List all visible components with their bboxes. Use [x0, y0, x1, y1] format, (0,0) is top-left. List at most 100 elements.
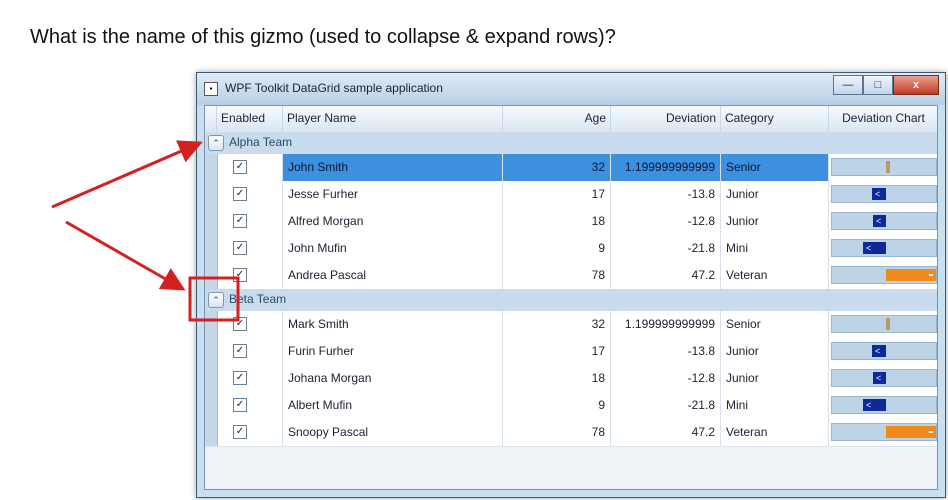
column-header-enabled[interactable]: Enabled — [217, 106, 283, 132]
deviation-cell[interactable]: -12.8 — [611, 208, 721, 235]
category-cell[interactable]: Veteran — [721, 262, 829, 289]
minimize-button[interactable]: — — [833, 75, 863, 95]
enabled-cell: ✓ — [217, 262, 283, 289]
enabled-cell: ✓ — [217, 154, 283, 181]
chevron-up-icon[interactable]: ⌃ — [208, 135, 224, 151]
deviation-chart: < — [831, 342, 937, 360]
group-label: Beta Team — [229, 292, 287, 306]
age-cell[interactable]: 9 — [503, 235, 611, 262]
column-header-deviation-chart[interactable]: Deviation Chart — [829, 106, 937, 132]
player-name-cell[interactable]: Furin Furher — [283, 338, 503, 365]
table-row[interactable]: ✓ Mark Smith 32 1.199999999999 Senior — [205, 311, 937, 339]
enabled-checkbox[interactable]: ✓ — [233, 214, 247, 228]
deviation-cell[interactable]: 1.199999999999 — [611, 311, 721, 338]
enabled-checkbox[interactable]: ✓ — [233, 268, 247, 282]
group-header[interactable]: ⌃ Alpha Team — [205, 132, 937, 154]
table-row[interactable]: ✓ Johana Morgan 18 -12.8 Junior < — [205, 365, 937, 393]
category-cell[interactable]: Junior — [721, 181, 829, 208]
deviation-bar-negative: < — [863, 242, 886, 254]
table-row[interactable]: ✓ Furin Furher 17 -13.8 Junior < — [205, 338, 937, 366]
category-cell[interactable]: Junior — [721, 365, 829, 392]
category-cell[interactable]: Junior — [721, 338, 829, 365]
player-name-cell[interactable]: Johana Morgan — [283, 365, 503, 392]
deviation-chart — [831, 423, 937, 441]
category-cell[interactable]: Senior — [721, 154, 829, 181]
table-row[interactable]: ✓ Snoopy Pascal 78 47.2 Veteran — [205, 419, 937, 447]
group-label: Alpha Team — [229, 135, 293, 149]
enabled-checkbox[interactable]: ✓ — [233, 160, 247, 174]
deviation-cell[interactable]: -21.8 — [611, 392, 721, 419]
deviation-cell[interactable]: -13.8 — [611, 338, 721, 365]
deviation-chart: < — [831, 212, 937, 230]
enabled-cell: ✓ — [217, 392, 283, 419]
age-cell[interactable]: 32 — [503, 154, 611, 181]
window-controls: — □ x — [833, 75, 939, 95]
deviation-cell[interactable]: -13.8 — [611, 181, 721, 208]
table-row[interactable]: ✓ Jesse Furher 17 -13.8 Junior < — [205, 181, 937, 209]
category-cell[interactable]: Senior — [721, 311, 829, 338]
deviation-cell[interactable]: -12.8 — [611, 365, 721, 392]
enabled-checkbox[interactable]: ✓ — [233, 398, 247, 412]
left-arrow-icon: < — [875, 189, 881, 199]
enabled-cell: ✓ — [217, 338, 283, 365]
player-name-cell[interactable]: John Mufin — [283, 235, 503, 262]
age-cell[interactable]: 18 — [503, 365, 611, 392]
age-cell[interactable]: 32 — [503, 311, 611, 338]
category-cell[interactable]: Mini — [721, 392, 829, 419]
app-window: ▪ WPF Toolkit DataGrid sample applicatio… — [196, 72, 946, 498]
deviation-bar-negative: < — [872, 345, 886, 357]
player-name-cell[interactable]: John Smith — [283, 154, 503, 181]
age-cell[interactable]: 17 — [503, 181, 611, 208]
enabled-checkbox[interactable]: ✓ — [233, 187, 247, 201]
group-header[interactable]: ⌃ Beta Team — [205, 289, 937, 311]
table-row[interactable]: ✓ John Mufin 9 -21.8 Mini < — [205, 235, 937, 263]
deviation-cell[interactable]: 1.199999999999 — [611, 154, 721, 181]
table-row[interactable]: ✓ John Smith 32 1.199999999999 Senior — [205, 154, 937, 182]
deviation-chart: < — [831, 396, 937, 414]
enabled-cell: ✓ — [217, 419, 283, 446]
deviation-cell[interactable]: 47.2 — [611, 419, 721, 446]
title-bar[interactable]: ▪ WPF Toolkit DataGrid sample applicatio… — [197, 73, 945, 105]
player-name-cell[interactable]: Jesse Furher — [283, 181, 503, 208]
table-row[interactable]: ✓ Alfred Morgan 18 -12.8 Junior < — [205, 208, 937, 236]
table-row[interactable]: ✓ Andrea Pascal 78 47.2 Veteran — [205, 262, 937, 290]
deviation-cell[interactable]: 47.2 — [611, 262, 721, 289]
player-name-cell[interactable]: Albert Mufin — [283, 392, 503, 419]
table-row[interactable]: ✓ Albert Mufin 9 -21.8 Mini < — [205, 392, 937, 420]
header-corner — [205, 106, 217, 132]
deviation-chart: < — [831, 239, 937, 257]
category-cell[interactable]: Veteran — [721, 419, 829, 446]
age-cell[interactable]: 18 — [503, 208, 611, 235]
deviation-bar — [886, 318, 890, 330]
enabled-checkbox[interactable]: ✓ — [233, 344, 247, 358]
player-name-cell[interactable]: Andrea Pascal — [283, 262, 503, 289]
player-name-cell[interactable]: Snoopy Pascal — [283, 419, 503, 446]
enabled-checkbox[interactable]: ✓ — [233, 425, 247, 439]
deviation-chart-cell: < — [829, 181, 937, 208]
deviation-chart — [831, 315, 937, 333]
column-header-category[interactable]: Category — [721, 106, 829, 132]
deviation-chart-cell: < — [829, 338, 937, 365]
age-cell[interactable]: 78 — [503, 419, 611, 446]
column-header-deviation[interactable]: Deviation — [611, 106, 721, 132]
enabled-checkbox[interactable]: ✓ — [233, 241, 247, 255]
player-name-cell[interactable]: Alfred Morgan — [283, 208, 503, 235]
maximize-button[interactable]: □ — [863, 75, 893, 95]
deviation-cell[interactable]: -21.8 — [611, 235, 721, 262]
category-cell[interactable]: Junior — [721, 208, 829, 235]
age-cell[interactable]: 78 — [503, 262, 611, 289]
enabled-checkbox[interactable]: ✓ — [233, 371, 247, 385]
deviation-bar-negative: < — [873, 215, 886, 227]
enabled-checkbox[interactable]: ✓ — [233, 317, 247, 331]
column-header-player-name[interactable]: Player Name — [283, 106, 503, 132]
column-header-age[interactable]: Age — [503, 106, 611, 132]
chevron-up-icon[interactable]: ⌃ — [208, 292, 224, 308]
close-button[interactable]: x — [893, 75, 939, 95]
player-name-cell[interactable]: Mark Smith — [283, 311, 503, 338]
age-cell[interactable]: 17 — [503, 338, 611, 365]
window-title: WPF Toolkit DataGrid sample application — [225, 81, 443, 95]
data-grid[interactable]: Enabled Player Name Age Deviation Catego… — [204, 105, 938, 490]
category-cell[interactable]: Mini — [721, 235, 829, 262]
age-cell[interactable]: 9 — [503, 392, 611, 419]
grid-header: Enabled Player Name Age Deviation Catego… — [205, 106, 937, 133]
